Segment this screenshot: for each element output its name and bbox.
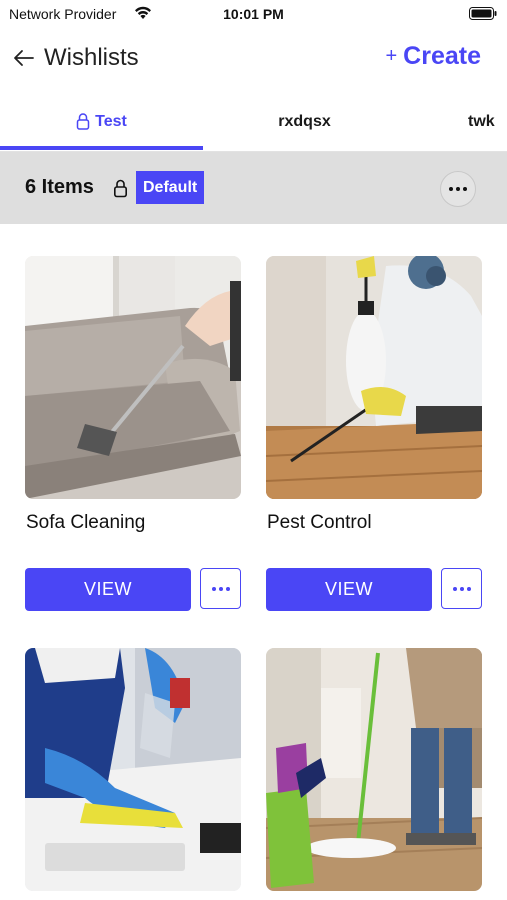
wishlist-summary: 6 Items Default [0,152,507,224]
more-horizontal-icon [449,187,467,191]
floor-mopping-photo [266,648,482,891]
create-button[interactable]: + Create [385,42,481,71]
tab-rxdqsx[interactable]: rxdqsx [203,104,406,152]
back-arrow-icon[interactable] [12,46,36,70]
card-title: Pest Control [267,512,372,533]
header: Wishlists + Create [0,36,507,86]
page-title: Wishlists [44,44,139,71]
active-tab-indicator [0,146,203,150]
wishlist-card [25,648,241,891]
battery-icon [469,7,497,20]
card-title: Sofa Cleaning [26,512,146,533]
tab-twk[interactable]: twk [468,104,507,152]
sofa-cleaning-photo [25,256,241,499]
wishlist-more-button[interactable] [440,171,476,207]
wishlist-card: Pest Control VIEW [266,256,482,612]
pest-control-photo [266,256,482,499]
more-horizontal-icon [211,586,230,591]
clock: 10:01 PM [223,6,284,22]
items-count: 6 Items [25,176,94,198]
more-horizontal-icon [452,586,471,591]
status-bar: Network Provider 10:01 PM [0,0,507,28]
lock-icon [76,113,90,130]
lock-icon [113,179,127,198]
wishlist-card [266,648,482,891]
desk-cleaning-image[interactable] [25,648,241,891]
card-more-button[interactable] [200,568,241,609]
desk-cleaning-photo [25,648,241,891]
view-button[interactable]: VIEW [25,568,191,611]
tab-test[interactable]: Test [0,104,203,152]
pest-control-image[interactable] [266,256,482,499]
tab-label: rxdqsx [278,113,331,130]
tab-label: twk [468,113,495,130]
plus-icon: + [385,45,398,67]
floor-mopping-image[interactable] [266,648,482,891]
create-label: Create [403,42,481,70]
wishlist-card: Sofa Cleaning VIEW [25,256,241,612]
sofa-cleaning-image[interactable] [25,256,241,499]
default-badge: Default [136,171,205,204]
view-button[interactable]: VIEW [266,568,432,611]
card-more-button[interactable] [441,568,482,609]
tab-label: Test [95,113,127,130]
wishlist-tabs: Test rxdqsx twk [0,104,507,152]
